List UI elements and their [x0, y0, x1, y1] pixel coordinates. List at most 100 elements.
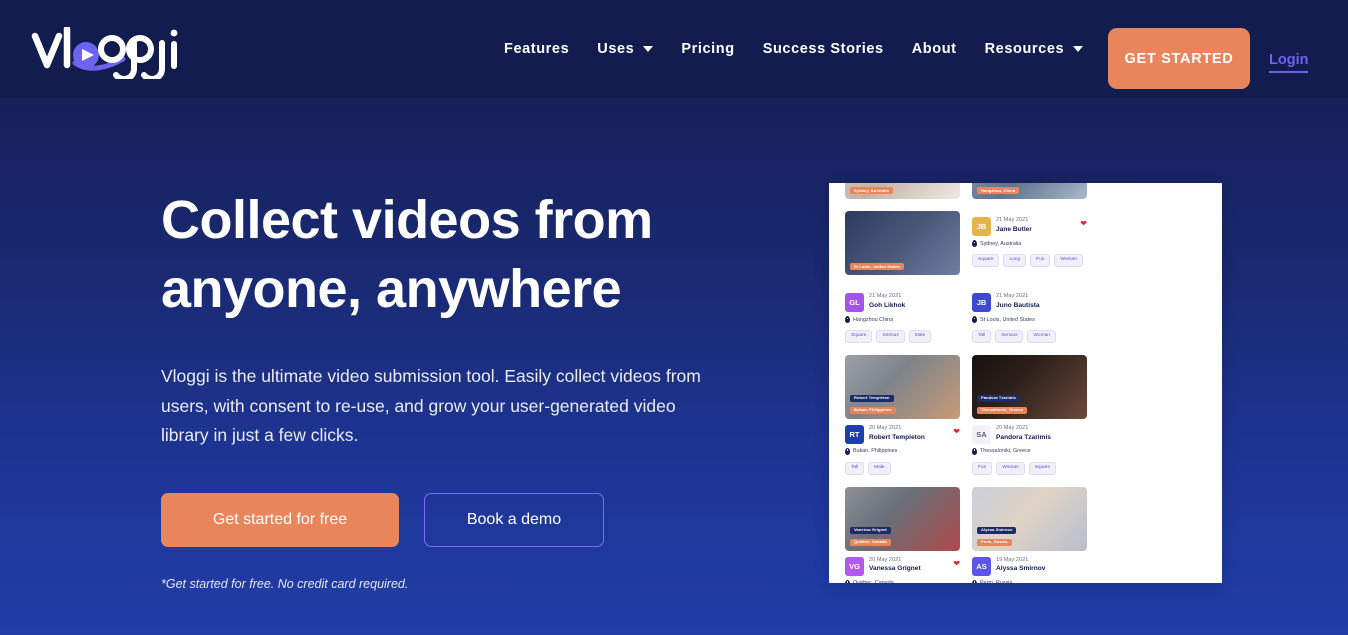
video-card[interactable]: Pandora Tzarimis Thessaloniki, Greece SA 20…	[972, 354, 1087, 475]
nav-item-resources[interactable]: Resources	[971, 41, 1098, 57]
video-location: Thessaloniki, Greece	[972, 447, 1087, 455]
chevron-down-icon	[1073, 46, 1084, 52]
video-location: Hangzhou China	[845, 316, 960, 323]
video-card-meta: JB 21 May 2021 Juno Bautista	[972, 293, 1087, 312]
tag-list: Fun Woman Square	[972, 461, 1087, 475]
video-thumbnail[interactable]: Vanessa Grignet Québec, Canada	[845, 486, 960, 551]
video-thumbnail[interactable]: St Louis, United States	[845, 211, 960, 275]
video-card-meta: VG 20 May 2021 Vanessa Grignet ❤	[845, 556, 960, 576]
thumbnail-location-overlay: Perm, Russia	[977, 538, 1012, 546]
tag-pill[interactable]: Long	[1003, 254, 1027, 267]
hero-subcopy: Vloggi is the ultimate video submission …	[161, 366, 701, 445]
tag-list: Tall Male	[845, 461, 960, 475]
avatar: AS	[972, 556, 991, 576]
video-card[interactable]: JB 21 May 2021 Jane Butler ❤ Sydney, Austral…	[972, 211, 1087, 275]
video-date: 21 May 2021	[996, 217, 1029, 223]
video-date: 19 May 2021	[996, 556, 1029, 563]
location-pin-icon	[845, 447, 850, 455]
tag-pill[interactable]: Male	[868, 461, 891, 475]
location-text: Thessaloniki, Greece	[980, 448, 1031, 455]
tag-list: Square Serious Male	[845, 330, 960, 343]
tag-pill[interactable]: Fun	[972, 461, 993, 475]
thumbnail-name-overlay: Vanessa Grignet	[850, 526, 891, 534]
tag-pill[interactable]: Square	[1028, 461, 1057, 475]
location-text: Sydney, Australia	[980, 240, 1022, 247]
video-author-name: Jane Butler	[996, 225, 1032, 233]
video-date: 20 May 2021	[869, 424, 902, 431]
video-card-meta: RT 20 May 2021 Robert Templeton ❤	[845, 424, 960, 444]
page-title: Collect videos from anyone, anywhere	[161, 190, 653, 320]
video-card[interactable]: Sydney, Australia	[845, 183, 960, 199]
avatar: VG	[845, 556, 864, 576]
video-card-meta: JB 21 May 2021 Jane Butler ❤	[972, 217, 1087, 236]
tag-pill[interactable]: Tall	[845, 461, 865, 475]
tag-pill[interactable]: Serious	[995, 330, 1024, 343]
get-started-free-button[interactable]: Get started for free	[161, 493, 399, 548]
video-card[interactable]: JB 21 May 2021 Juno Bautista St Louis, Unit…	[972, 287, 1087, 343]
video-author-name: Robert Templeton	[869, 433, 925, 441]
thumbnail-location-overlay: St Louis, United States	[850, 263, 904, 270]
tag-pill[interactable]: Square	[972, 254, 1000, 267]
tag-list: Square Long Fun Woman	[972, 254, 1087, 267]
login-link[interactable]: Login	[1269, 52, 1309, 73]
thumbnail-name-overlay: Pandora Tzarimis	[977, 394, 1020, 402]
nav-item-features[interactable]: Features	[490, 41, 583, 57]
tag-list: Tall Serious Woman	[972, 330, 1087, 343]
avatar: JB	[972, 217, 991, 236]
tag-pill[interactable]: Woman	[996, 461, 1025, 475]
location-text: Québec, Canada	[853, 580, 894, 583]
video-card[interactable]: Robert Templeton Bukan, Philippines RT 20 M…	[845, 354, 960, 475]
tag-pill[interactable]: Woman	[1027, 330, 1056, 343]
video-thumbnail[interactable]: Sydney, Australia	[845, 183, 960, 199]
tag-pill[interactable]: Square	[845, 330, 873, 343]
nav-label: Resources	[984, 41, 1065, 57]
video-card-meta: GL 21 May 2021 Goh Likhok	[845, 293, 960, 312]
video-card[interactable]: GL 21 May 2021 Goh Likhok Hangzhou China Squ…	[845, 287, 960, 343]
avatar: SA	[972, 424, 991, 444]
location-pin-icon	[972, 316, 977, 323]
video-card-grid: Sydney, Australia Hangzhou, China St Louis…	[829, 183, 1222, 583]
video-thumbnail[interactable]: Hangzhou, China	[972, 183, 1087, 199]
video-thumbnail[interactable]: Alyssa Smirnov Perm, Russia	[972, 486, 1087, 551]
tag-pill[interactable]: Tall	[972, 330, 992, 343]
video-date: 21 May 2021	[996, 293, 1029, 299]
site-header: Features Uses Pricing Success Stories Ab…	[0, 0, 1348, 98]
video-card[interactable]: Vanessa Grignet Québec, Canada VG 20 May 20…	[845, 486, 960, 583]
video-date: 20 May 2021	[996, 424, 1029, 431]
tag-pill[interactable]: Woman	[1054, 254, 1083, 267]
book-demo-button[interactable]: Book a demo	[424, 493, 604, 548]
video-thumbnail[interactable]: Pandora Tzarimis Thessaloniki, Greece	[972, 354, 1087, 419]
get-started-button[interactable]: GET STARTED	[1108, 28, 1250, 89]
nav-item-uses[interactable]: Uses	[583, 41, 667, 57]
video-card[interactable]: St Louis, United States	[845, 211, 960, 275]
video-author-name: Alyssa Smirnov	[996, 565, 1046, 573]
nav-label: Pricing	[681, 41, 735, 57]
main-navigation: Features Uses Pricing Success Stories Ab…	[490, 0, 1097, 98]
nav-item-about[interactable]: About	[898, 41, 971, 57]
location-text: St Louis, United States	[980, 316, 1035, 323]
heart-icon[interactable]: ❤	[953, 559, 960, 568]
video-author-name: Goh Likhok	[869, 301, 906, 309]
video-card[interactable]: Hangzhou, China	[972, 183, 1087, 199]
vloggi-logo[interactable]	[31, 27, 181, 79]
heart-icon[interactable]: ❤	[953, 427, 960, 436]
tag-pill[interactable]: Fun	[1030, 254, 1051, 267]
tag-pill[interactable]: Serious	[876, 330, 905, 343]
video-date: 21 May 2021	[869, 293, 902, 299]
location-pin-icon	[972, 447, 977, 455]
heart-icon[interactable]: ❤	[1080, 220, 1087, 228]
tag-pill[interactable]: Male	[908, 330, 932, 343]
nav-item-success-stories[interactable]: Success Stories	[749, 41, 898, 57]
video-author-name: Pandora Tzarimis	[996, 433, 1051, 441]
location-text: Bukan, Philippines	[853, 448, 898, 455]
video-location: Sydney, Australia	[972, 240, 1087, 247]
video-card[interactable]: Alyssa Smirnov Perm, Russia AS 19 May 2021 A…	[972, 486, 1087, 583]
chevron-down-icon	[643, 46, 654, 52]
video-thumbnail[interactable]: Robert Templeton Bukan, Philippines	[845, 354, 960, 419]
thumbnail-location-overlay: Sydney, Australia	[850, 187, 893, 194]
nav-item-pricing[interactable]: Pricing	[667, 41, 748, 57]
thumbnail-location-overlay: Thessaloniki, Greece	[977, 406, 1028, 414]
video-location: Perm, Russia	[972, 579, 1087, 583]
product-screenshot-panel: Sydney, Australia Hangzhou, China St Louis…	[829, 183, 1222, 583]
video-location: St Louis, United States	[972, 316, 1087, 323]
